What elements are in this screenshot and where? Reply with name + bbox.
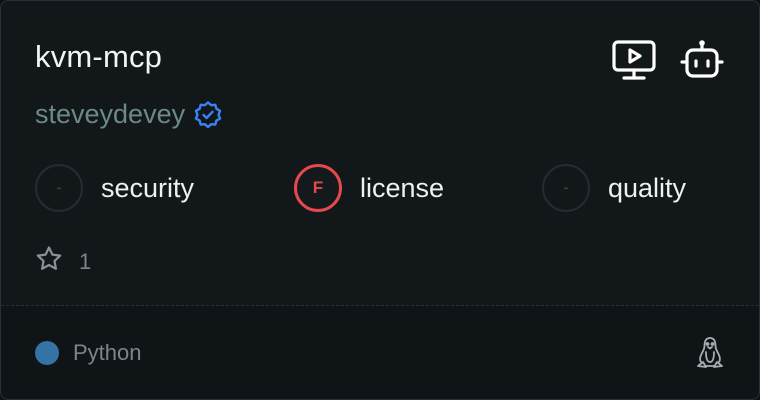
security-grade-badge: -	[35, 164, 83, 212]
language-name: Python	[73, 340, 142, 365]
author-row: steveydevey	[35, 99, 223, 130]
security-label: security	[101, 172, 195, 203]
quality-grade-badge: -	[542, 164, 590, 212]
license-grade-badge: F	[294, 164, 342, 212]
server-name[interactable]: kvm-mcp	[35, 39, 162, 75]
robot-icon[interactable]	[679, 37, 725, 83]
monitor-play-icon[interactable]	[611, 37, 657, 83]
language-tag: Python	[35, 340, 142, 366]
author-name[interactable]: steveydevey	[35, 99, 185, 130]
quality-label: quality	[608, 172, 687, 203]
linux-tux-icon	[695, 336, 725, 370]
verified-badge-icon	[193, 100, 223, 130]
language-color-dot	[35, 341, 59, 365]
star-count[interactable]: 1	[35, 245, 91, 278]
security-score[interactable]: - security	[35, 164, 194, 212]
star-icon	[35, 245, 63, 278]
license-score[interactable]: F license	[294, 164, 444, 212]
score-row: - security F license - quality	[35, 164, 727, 212]
action-icons	[611, 37, 725, 83]
card-footer: Python	[1, 306, 759, 399]
star-count-value: 1	[79, 248, 92, 274]
server-card[interactable]: kvm-mcp steveydevey - security F license…	[0, 0, 760, 400]
quality-score[interactable]: - quality	[542, 164, 686, 212]
license-label: license	[360, 172, 445, 203]
